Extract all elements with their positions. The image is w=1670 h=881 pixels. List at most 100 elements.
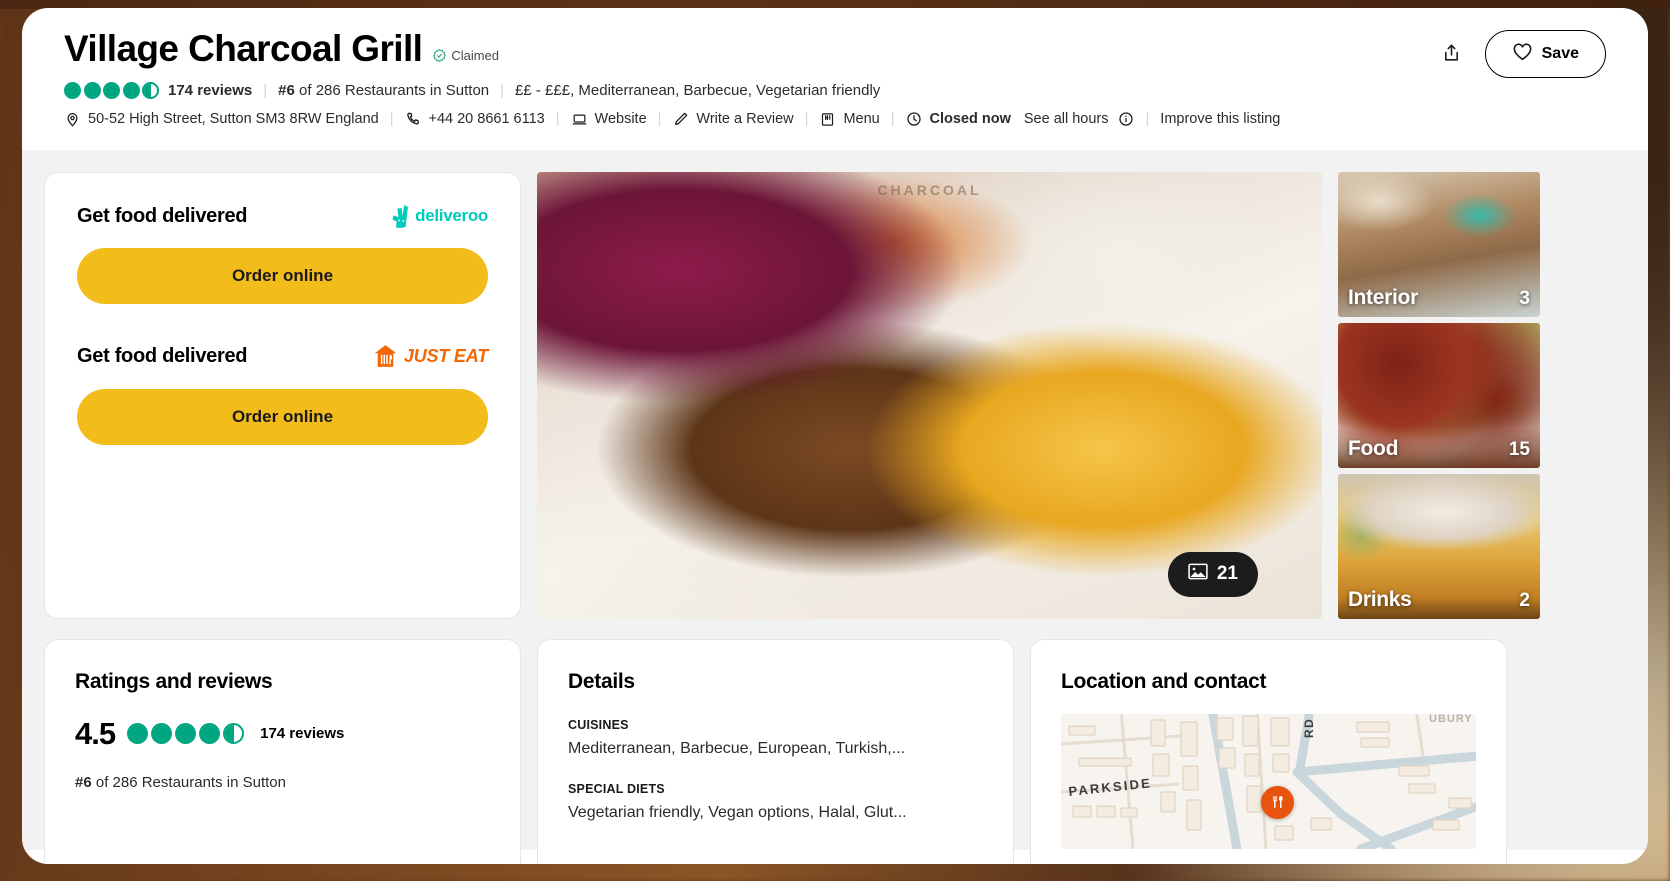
divider: | xyxy=(500,81,505,99)
bubble-5-half xyxy=(223,723,245,745)
rating-score: 4.5 xyxy=(75,715,116,751)
location-map[interactable]: PARKSIDE RD UBURY xyxy=(1061,713,1476,849)
menu-book-icon xyxy=(819,111,836,128)
photo-count-label: 21 xyxy=(1216,563,1238,585)
delivery-title: Get food delivered xyxy=(77,344,248,367)
address-text: 50-52 High Street, Sutton SM3 8RW Englan… xyxy=(88,111,379,128)
info-circle-icon[interactable] xyxy=(1118,111,1135,128)
save-button[interactable]: Save xyxy=(1484,30,1606,78)
website-link[interactable]: Website xyxy=(571,111,647,128)
photo-count-badge[interactable]: 21 xyxy=(1167,551,1258,597)
score-row: 4.5 174 reviews xyxy=(75,716,490,752)
thumbnail-column: Interior 3 Food 15 Drinks 2 xyxy=(1338,171,1540,619)
location-card-heading: Location and contact xyxy=(1061,669,1267,693)
divider: | xyxy=(555,111,560,128)
thumbnail-interior[interactable]: Interior 3 xyxy=(1338,171,1540,317)
save-label: Save xyxy=(1541,45,1579,62)
reviews-count-link[interactable]: 174 reviews xyxy=(260,725,344,742)
delivery-block-justeat: Get food delivered JUST EAT Order online xyxy=(77,344,488,445)
ranking-link[interactable]: #6 of 286 Restaurants in Sutton xyxy=(278,82,489,99)
thumbnail-drinks[interactable]: Drinks 2 xyxy=(1338,473,1540,619)
divider: | xyxy=(263,81,268,99)
rating-bubbles xyxy=(64,81,159,99)
share-icon xyxy=(1441,42,1462,67)
top-section: Get food delivered deliveroo Order onlin… xyxy=(44,171,1626,619)
ratings-and-reviews-card: Ratings and reviews 4.5 174 reviews #6 o… xyxy=(44,638,521,864)
order-online-button-justeat[interactable]: Order online xyxy=(77,388,488,445)
claimed-badge: Claimed xyxy=(432,48,499,69)
write-review-link[interactable]: Write a Review xyxy=(672,111,794,128)
phone-link[interactable]: +44 20 8661 6113 xyxy=(404,111,545,128)
details-label-special-diets: SPECIAL DIETS xyxy=(568,781,665,796)
ratings-card-heading: Ratings and reviews xyxy=(75,669,273,693)
thumbnail-label: Food xyxy=(1348,436,1399,460)
map-pin-icon xyxy=(64,111,81,128)
order-online-button-deliveroo[interactable]: Order online xyxy=(77,247,488,304)
hours-block[interactable]: Closed now See all hours xyxy=(906,111,1135,128)
website-label: Website xyxy=(594,111,647,128)
bubble-1 xyxy=(127,723,149,745)
bubble-3 xyxy=(103,81,120,99)
page-title: Village Charcoal Grill xyxy=(64,28,423,69)
details-value-special-diets: Vegetarian friendly, Vegan options, Hala… xyxy=(568,803,907,821)
pencil-icon xyxy=(672,111,689,128)
reviews-count-link[interactable]: 174 reviews xyxy=(168,82,252,99)
menu-link[interactable]: Menu xyxy=(819,111,880,128)
rank-number: #6 xyxy=(278,81,295,99)
divider: | xyxy=(804,111,809,128)
clock-icon xyxy=(906,111,923,128)
listing-body: Get food delivered deliveroo Order onlin… xyxy=(22,149,1648,864)
image-icon xyxy=(1188,563,1208,586)
hero-plate-caption: CHARCOAL xyxy=(877,181,982,198)
hero-photo[interactable]: CHARCOAL 21 xyxy=(537,171,1322,619)
bubble-3 xyxy=(175,723,197,745)
svg-text:UBURY: UBURY xyxy=(1429,714,1473,725)
laptop-icon xyxy=(571,111,588,128)
restaurant-pin-icon[interactable] xyxy=(1261,785,1294,819)
bubble-2 xyxy=(151,723,173,745)
rank-number: #6 xyxy=(75,773,92,791)
claimed-label: Claimed xyxy=(451,47,500,63)
details-card: Details CUISINES Mediterranean, Barbecue… xyxy=(537,638,1014,864)
divider: | xyxy=(389,111,394,128)
improve-listing-label: Improve this listing xyxy=(1160,111,1281,128)
see-all-hours-link[interactable]: See all hours xyxy=(1024,111,1109,127)
address-link[interactable]: 50-52 High Street, Sutton SM3 8RW Englan… xyxy=(64,111,379,128)
rank-rest: of 286 Restaurants in Sutton xyxy=(294,81,490,99)
details-card-heading: Details xyxy=(568,669,635,693)
ranking-line: #6 of 286 Restaurants in Sutton xyxy=(75,774,490,791)
delivery-block-deliveroo: Get food delivered deliveroo Order onlin… xyxy=(77,205,488,304)
just-eat-logo-icon: JUST EAT xyxy=(373,344,488,369)
heart-icon xyxy=(1512,42,1533,66)
menu-label: Menu xyxy=(843,111,880,128)
thumbnail-count: 3 xyxy=(1519,287,1530,309)
delivery-header: Get food delivered JUST EAT xyxy=(77,344,488,369)
open-status-label: Closed now xyxy=(929,111,1011,128)
deliveroo-logo-icon: deliveroo xyxy=(389,204,488,228)
listing-page: Village Charcoal Grill Claimed 174 revie… xyxy=(22,8,1648,864)
delivery-title: Get food delivered xyxy=(77,204,248,227)
delivery-card: Get food delivered deliveroo Order onlin… xyxy=(44,171,521,619)
info-section: Ratings and reviews 4.5 174 reviews #6 o… xyxy=(44,638,1626,864)
bubble-4 xyxy=(122,81,140,99)
check-badge-icon xyxy=(432,48,447,63)
listing-header: Village Charcoal Grill Claimed 174 revie… xyxy=(22,8,1648,128)
bubble-4 xyxy=(199,723,221,745)
delivery-header: Get food delivered deliveroo xyxy=(77,205,488,228)
share-button[interactable] xyxy=(1435,37,1469,71)
thumbnail-label: Drinks xyxy=(1348,587,1412,611)
phone-icon xyxy=(404,111,421,128)
phone-text: +44 20 8661 6113 xyxy=(428,111,545,128)
location-and-contact-card: Location and contact PARKSIDE RD UBURY xyxy=(1030,638,1507,864)
header-meta-secondary: 50-52 High Street, Sutton SM3 8RW Englan… xyxy=(64,111,1606,128)
bubble-2 xyxy=(83,81,101,99)
details-label-cuisines: CUISINES xyxy=(568,717,629,732)
divider: | xyxy=(1145,111,1150,128)
deliveroo-wordmark: deliveroo xyxy=(415,206,488,226)
details-value-cuisines: Mediterranean, Barbecue, European, Turki… xyxy=(568,739,906,757)
thumbnail-food[interactable]: Food 15 xyxy=(1338,322,1540,468)
rating-bubbles xyxy=(127,723,245,745)
improve-listing-link[interactable]: Improve this listing xyxy=(1160,111,1280,127)
bubble-5-half xyxy=(142,81,159,99)
bubble-1 xyxy=(64,81,81,99)
